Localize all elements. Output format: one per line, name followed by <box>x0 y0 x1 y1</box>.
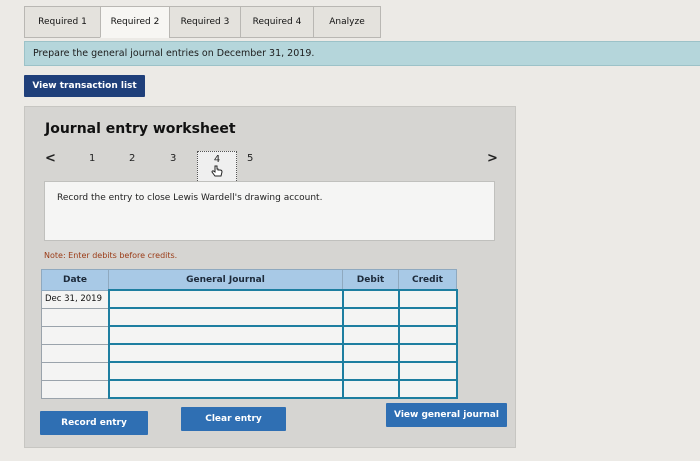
column-header-date: Date <box>41 269 109 291</box>
credit-field[interactable] <box>397 343 458 363</box>
entry-description-text: Record the entry to close Lewis Wardell'… <box>57 193 323 203</box>
next-page-icon[interactable]: > <box>487 151 498 166</box>
account-field[interactable] <box>107 307 344 327</box>
page-2-link[interactable]: 2 <box>129 153 135 164</box>
tab-analyze[interactable]: Analyze <box>313 6 381 38</box>
hand-cursor-icon <box>211 165 223 177</box>
view-general-journal-button[interactable]: View general journal <box>386 403 507 427</box>
tab-required-2[interactable]: Required 2 <box>100 6 170 38</box>
table-row <box>41 307 458 327</box>
instruction-text: Prepare the general journal entries on D… <box>24 41 700 66</box>
date-cell[interactable] <box>41 379 109 399</box>
entry-description-box: Record the entry to close Lewis Wardell'… <box>44 181 495 241</box>
table-row <box>41 343 458 363</box>
debit-field[interactable] <box>341 361 400 381</box>
page-4-current[interactable]: 4 <box>197 151 237 185</box>
debit-field[interactable] <box>341 289 400 309</box>
account-field[interactable] <box>107 289 344 309</box>
page-3-link[interactable]: 3 <box>170 153 176 164</box>
debit-field[interactable] <box>341 343 400 363</box>
tab-required-1[interactable]: Required 1 <box>24 6 101 38</box>
credit-field[interactable] <box>397 379 458 399</box>
table-row <box>41 361 458 381</box>
tab-required-4[interactable]: Required 4 <box>240 6 314 38</box>
previous-page-icon[interactable]: < <box>45 151 56 166</box>
date-cell[interactable] <box>41 325 109 345</box>
credit-field[interactable] <box>397 289 458 309</box>
date-cell[interactable] <box>41 343 109 363</box>
worksheet-title: Journal entry worksheet <box>45 121 236 137</box>
account-field[interactable] <box>107 379 344 399</box>
note-text: Note: Enter debits before credits. <box>44 251 178 260</box>
clear-entry-button[interactable]: Clear entry <box>181 407 286 431</box>
credit-field[interactable] <box>397 361 458 381</box>
date-cell[interactable] <box>41 307 109 327</box>
debit-field[interactable] <box>341 307 400 327</box>
column-header-credit: Credit <box>398 269 457 291</box>
account-field[interactable] <box>107 325 344 345</box>
page-4-label: 4 <box>213 154 221 165</box>
date-cell[interactable] <box>41 361 109 381</box>
tab-required-3[interactable]: Required 3 <box>169 6 241 38</box>
page-5-link[interactable]: 5 <box>247 153 253 164</box>
journal-entry-table: Date General Journal Debit Credit Dec 31… <box>41 269 458 399</box>
record-entry-button[interactable]: Record entry <box>40 411 148 435</box>
table-row <box>41 379 458 399</box>
date-cell[interactable]: Dec 31, 2019 <box>41 289 109 309</box>
credit-field[interactable] <box>397 307 458 327</box>
table-row: Dec 31, 2019 <box>41 289 458 309</box>
debit-field[interactable] <box>341 379 400 399</box>
credit-field[interactable] <box>397 325 458 345</box>
column-header-debit: Debit <box>342 269 399 291</box>
column-header-general-journal: General Journal <box>108 269 343 291</box>
account-field[interactable] <box>107 343 344 363</box>
table-row <box>41 325 458 345</box>
account-field[interactable] <box>107 361 344 381</box>
view-transaction-list-button[interactable]: View transaction list <box>24 75 145 97</box>
page-1-link[interactable]: 1 <box>89 153 95 164</box>
journal-entry-worksheet: Journal entry worksheet < 1 2 3 4 5 > Re… <box>24 106 516 448</box>
debit-field[interactable] <box>341 325 400 345</box>
